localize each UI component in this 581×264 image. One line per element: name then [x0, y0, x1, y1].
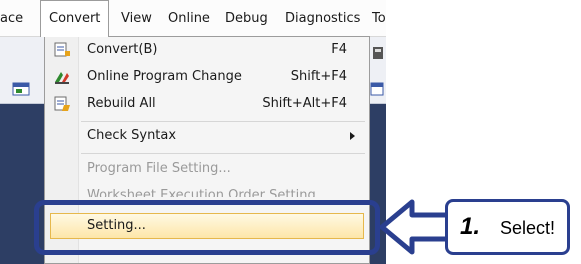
rebuild-all-icon: [54, 96, 70, 111]
menu-item-label: Check Syntax: [87, 128, 177, 143]
toolbar-right: [370, 37, 386, 104]
menu-item-shortcut: Shift+F4: [290, 69, 347, 84]
submenu-arrow-icon: [350, 132, 355, 140]
toolbar-left: [0, 37, 44, 104]
menu-item-label: Online Program Change: [87, 69, 242, 84]
menu-item-rebuild-all[interactable]: Rebuild All Shift+Alt+F4: [45, 91, 369, 117]
menu-tools[interactable]: To: [372, 0, 386, 37]
menu-bar: ace Convert View Online Debug Diagnostic…: [0, 0, 386, 37]
menu-item-convert[interactable]: Convert(B) F4: [45, 37, 369, 63]
menu-item-program-file-setting[interactable]: Program File Setting...: [45, 156, 369, 182]
menu-item-label: Program File Setting...: [87, 161, 231, 176]
callout-step-number: 1.: [460, 213, 481, 240]
convert-icon: [54, 42, 70, 57]
menu-item-shortcut: F4: [331, 42, 347, 57]
menu-item-shortcut: Shift+Alt+F4: [262, 96, 347, 111]
online-program-change-icon: [55, 72, 69, 84]
menu-convert[interactable]: Convert: [40, 0, 110, 37]
menu-item-label: Worksheet Execution Order Setting: [87, 188, 316, 197]
menu-item-label: Rebuild All: [87, 96, 156, 111]
callout-box: 1. Select!: [445, 199, 570, 255]
menu-item-label: Convert(B): [87, 42, 158, 57]
menu-item-online-program-change[interactable]: Online Program Change Shift+F4: [45, 64, 369, 90]
menu-online[interactable]: Online: [168, 0, 210, 37]
toolbar-window-icon[interactable]: [370, 81, 384, 97]
toolbar-button-icon[interactable]: [372, 45, 384, 61]
window-icon[interactable]: [12, 81, 30, 97]
menu-item-check-syntax[interactable]: Check Syntax: [45, 123, 369, 149]
menu-item-worksheet-execution-order-setting[interactable]: Worksheet Execution Order Setting: [45, 183, 369, 197]
menu-separator: [81, 153, 365, 154]
menu-diagnostics[interactable]: Diagnostics: [285, 0, 360, 37]
highlight-frame: [34, 200, 380, 255]
menu-debug[interactable]: Debug: [225, 0, 268, 37]
menu-workspace[interactable]: ace: [0, 0, 23, 37]
callout-text: Select!: [500, 218, 556, 238]
menu-view[interactable]: View: [121, 0, 152, 37]
menu-separator: [81, 121, 365, 122]
